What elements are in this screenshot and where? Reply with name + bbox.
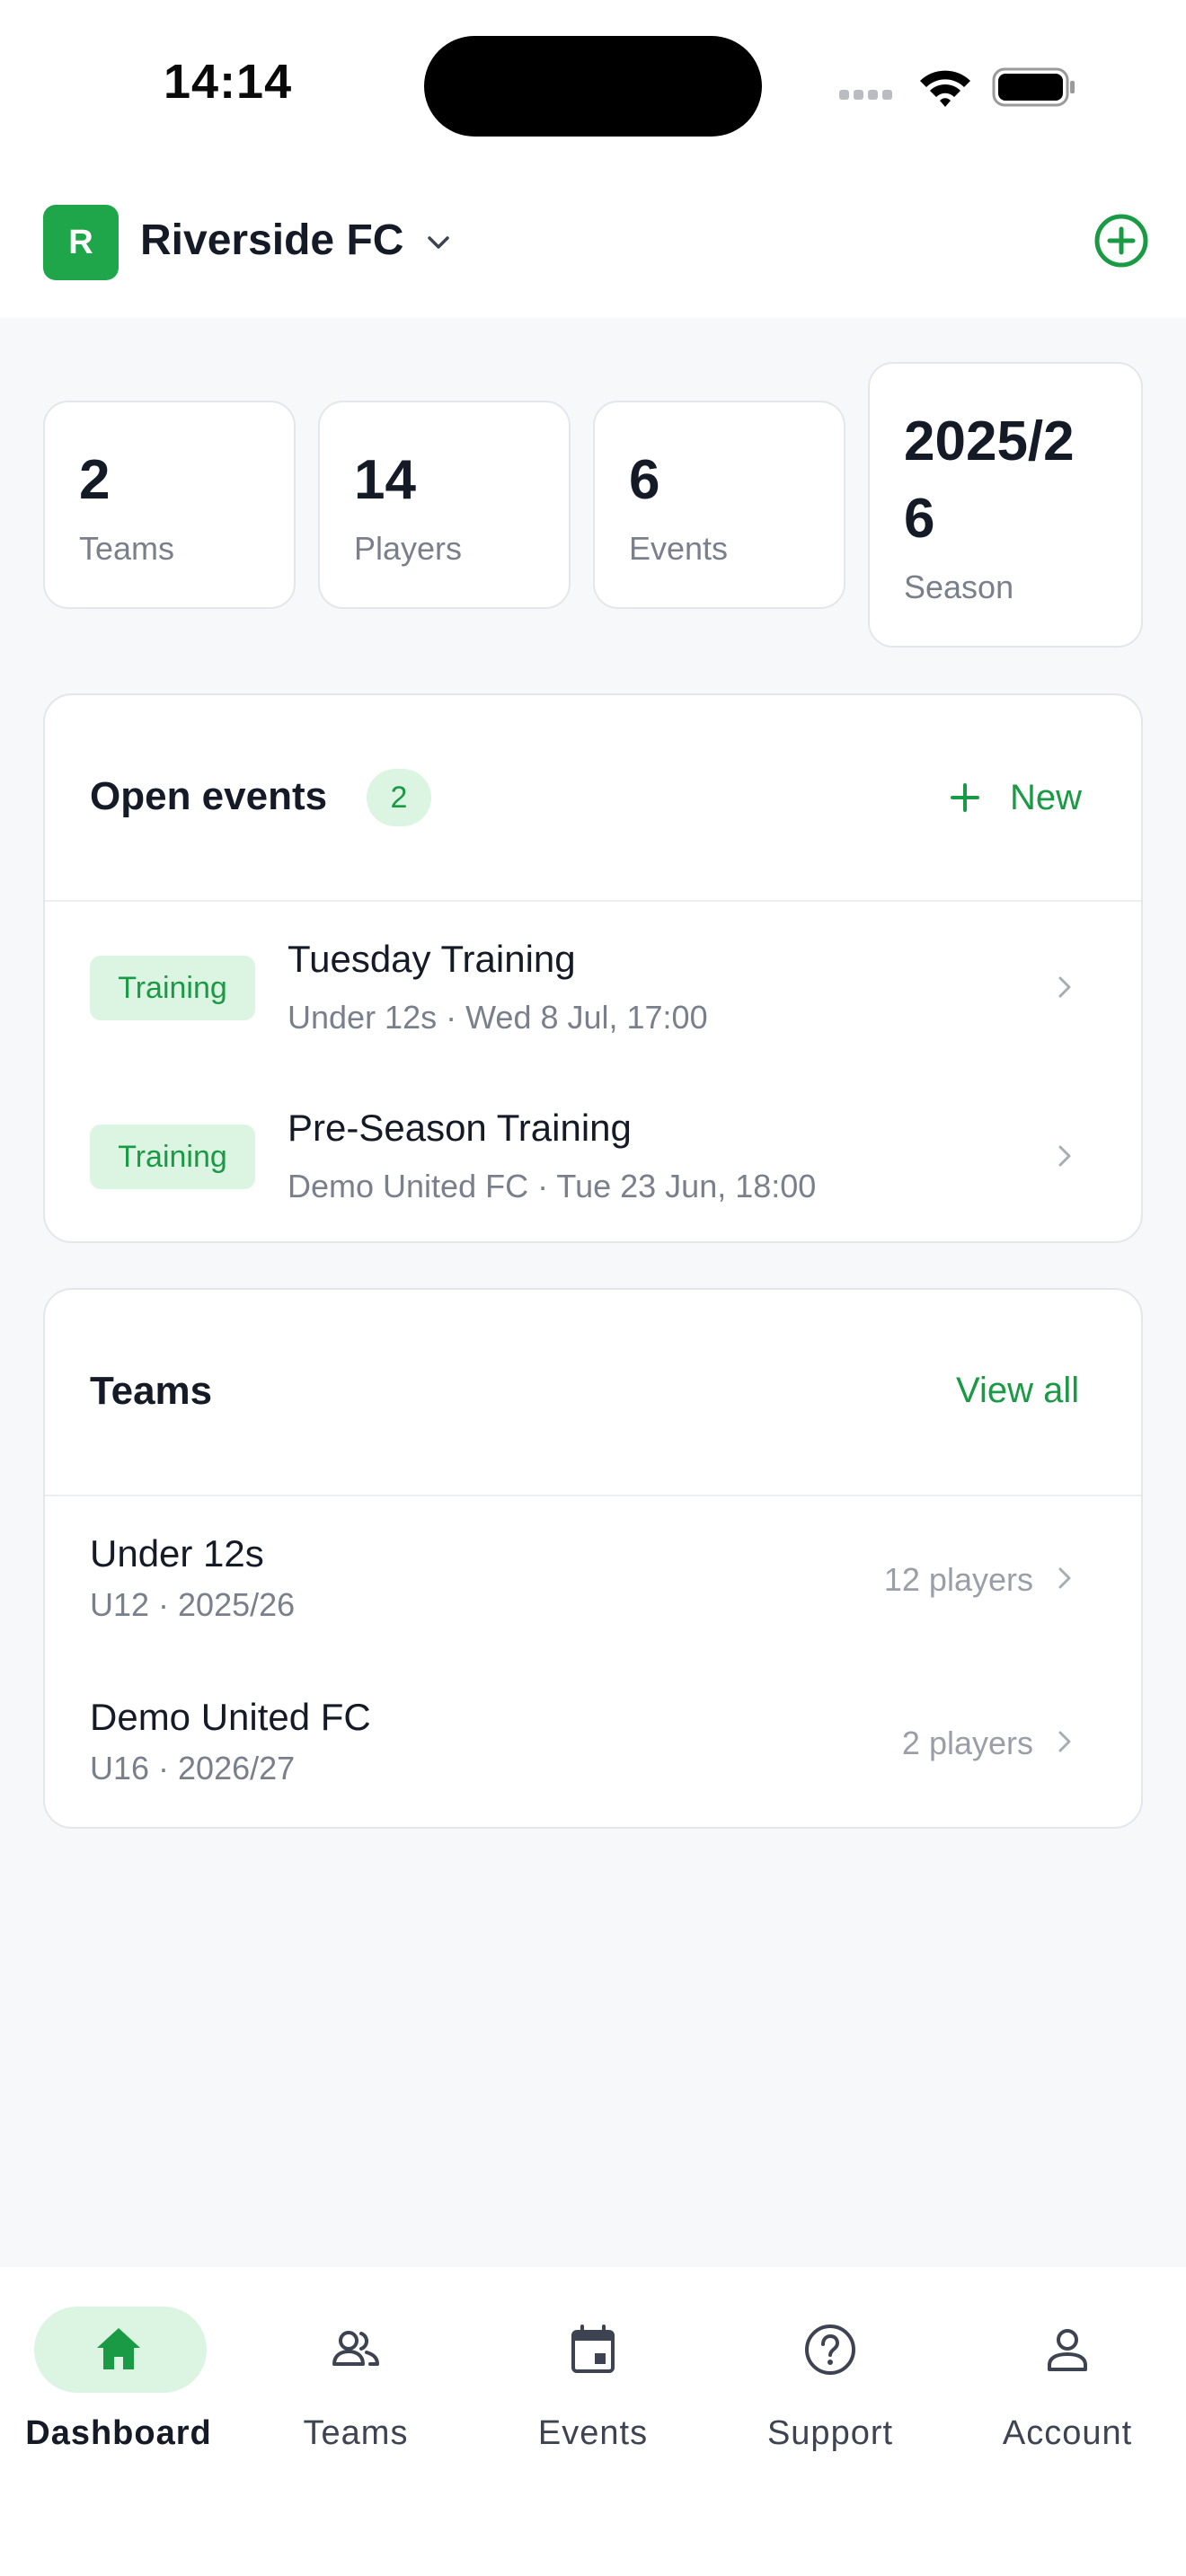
team-details: U16 · 2026/27 [90,1750,296,1786]
new-event-button[interactable]: New [947,769,1082,826]
help-icon [805,2325,855,2375]
wifi-icon [920,70,970,107]
stat-value: 2025/2 [904,410,1075,472]
team-name: Demo United FC [90,1696,371,1738]
chevron-right-icon [1058,1145,1071,1167]
stat-label: Events [629,530,729,567]
nav-dashboard[interactable]: Dashboard [20,2303,217,2456]
nav-support[interactable]: Support [731,2303,929,2456]
stat-value: 14 [354,449,416,511]
chevron-down-icon [428,236,449,249]
stat-card-events[interactable]: 6 Events [593,401,845,609]
club-avatar: R [43,205,119,280]
new-button-label: New [1010,777,1083,817]
nav-events[interactable]: Events [494,2303,692,2456]
team-details: U12 · 2025/26 [90,1586,296,1623]
team-name: Under 12s [90,1532,264,1575]
stat-label: Teams [79,530,175,567]
home-icon [97,2328,140,2369]
event-type-tag: Training [90,1125,255,1189]
event-details: Demo United FC · Tue 23 Jun, 18:00 [288,1168,817,1204]
teams-panel: Teams View all Under 12s U12 · 2025/26 1… [43,1288,1143,1829]
count-badge: 2 [367,769,431,826]
event-title: Tuesday Training [288,938,576,980]
nav-label: Account [1002,2414,1133,2452]
stat-value: 2 [79,449,111,511]
chevron-right-icon [1058,1567,1071,1589]
event-type-tag: Training [90,956,255,1020]
status-bar: 14:14 [0,0,1186,171]
people-icon [332,2331,379,2366]
event-row[interactable]: Training Tuesday Training Under 12s · We… [45,902,1141,1072]
stat-card-players[interactable]: 14 Players [318,401,571,609]
chevron-right-icon [1058,976,1071,998]
stat-value: 6 [904,488,935,550]
nav-account[interactable]: Account [969,2303,1166,2456]
stat-label: Players [354,530,463,567]
add-circle-icon[interactable] [1093,212,1150,269]
event-details: Under 12s · Wed 8 Jul, 17:00 [288,999,708,1036]
stat-card-season[interactable]: 2025/2 6 Season [868,362,1143,648]
nav-label: Events [537,2414,649,2452]
person-icon [1048,2329,1087,2371]
plus-icon [951,783,979,812]
team-row[interactable]: Demo United FC U16 · 2026/27 2 players [45,1660,1141,1823]
event-row[interactable]: Training Pre-Season Training Demo United… [45,1072,1141,1241]
club-switcher[interactable]: R Riverside FC [0,171,467,318]
dynamic-island [424,36,762,137]
stat-value: 6 [629,449,660,511]
nav-teams[interactable]: Teams [257,2303,455,2456]
nav-label: Teams [303,2414,409,2452]
stat-label: Season [904,569,1014,605]
nav-label: Support [766,2414,894,2452]
section-title: Teams [90,1369,213,1413]
bottom-navigation: Dashboard Teams Events Support Account [0,2267,1186,2576]
club-name: Riverside FC [140,216,404,264]
app-header: R Riverside FC [0,171,1186,318]
nav-label: Dashboard [25,2414,212,2452]
team-player-count: 2 players [901,1725,1033,1761]
open-events-panel: Open events 2 New Training Tuesday Train… [43,693,1143,1243]
section-title: Open events [90,774,328,818]
team-player-count: 12 players [883,1561,1033,1598]
chevron-right-icon [1058,1731,1071,1752]
status-time: 14:14 [164,55,293,109]
event-title: Pre-Season Training [288,1107,632,1149]
battery-icon [992,67,1075,107]
stat-card-teams[interactable]: 2 Teams [43,401,296,609]
view-all-teams-link[interactable]: View all [956,1371,1079,1411]
calendar-icon [571,2325,615,2373]
team-row[interactable]: Under 12s U12 · 2025/26 12 players [45,1496,1141,1660]
